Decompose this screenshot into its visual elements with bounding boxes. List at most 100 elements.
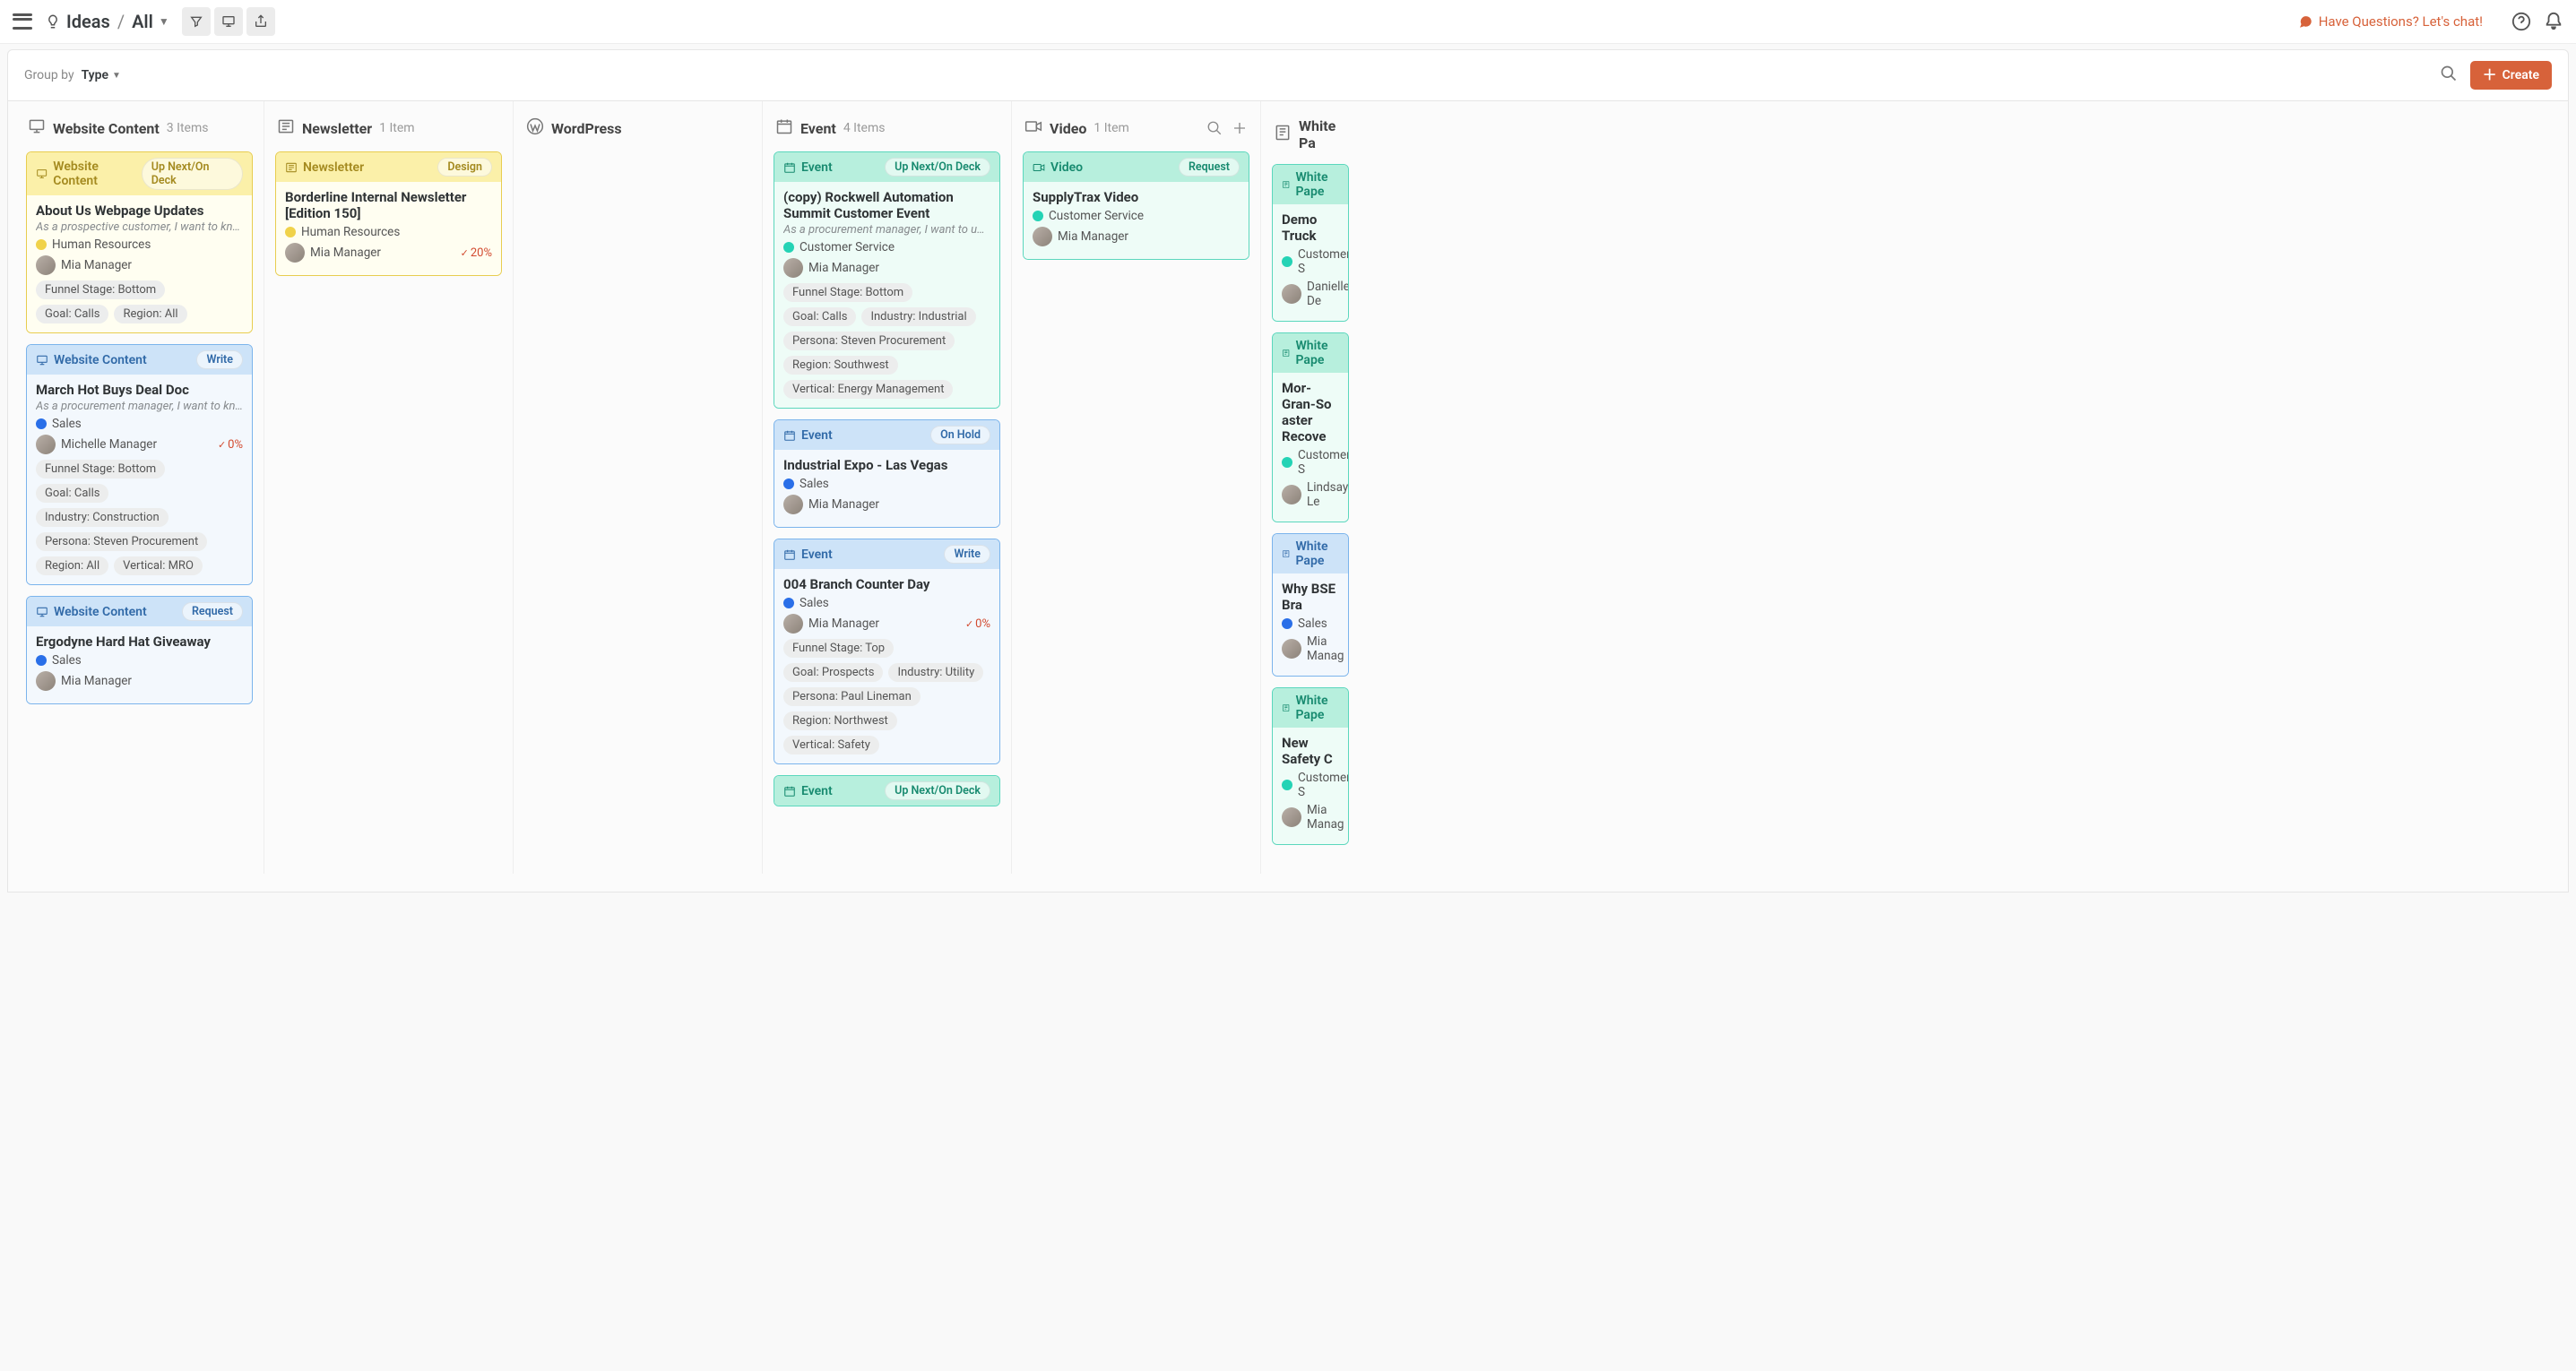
card[interactable]: White Pape Mor-Gran-So aster Recove Cust… — [1272, 332, 1349, 522]
card-header: Event On Hold — [774, 420, 999, 450]
card-category: Customer S — [1282, 247, 1339, 276]
card[interactable]: White Pape Why BSE Bra SalesMia Manag — [1272, 533, 1349, 677]
card-header: Event Up Next/On Deck — [774, 776, 999, 806]
card-status: Up Next/On Deck — [885, 158, 990, 177]
tag: Goal: Calls — [783, 307, 856, 326]
card-tags: Funnel Stage: TopGoal: ProspectsIndustry… — [783, 639, 990, 754]
breadcrumb-root: Ideas — [66, 11, 110, 32]
avatar — [1282, 639, 1301, 659]
kanban-board: Website Content 3 Items Website Content … — [7, 101, 2569, 892]
plus-icon[interactable] — [1232, 120, 1248, 136]
card-category: Human Resources — [36, 237, 243, 252]
card-status: Up Next/On Deck — [885, 781, 990, 800]
tag: Industry: Construction — [36, 508, 169, 527]
tag: Funnel Stage: Bottom — [783, 283, 912, 302]
display-button[interactable] — [214, 7, 243, 36]
card-category: Sales — [1282, 617, 1339, 631]
card-header: White Pape — [1273, 688, 1348, 728]
card-owner: Danielle De — [1282, 280, 1339, 308]
column-header: Video 1 Item — [1023, 101, 1249, 151]
tag: Vertical: Energy Management — [783, 380, 953, 399]
card[interactable]: Website Content Request Ergodyne Hard Ha… — [26, 596, 253, 704]
chevron-down-icon[interactable]: ▼ — [159, 15, 169, 28]
card[interactable]: Event Write 004 Branch Counter Day Sales… — [774, 539, 1000, 764]
column-title: Website Content — [53, 120, 160, 137]
avatar — [1282, 807, 1301, 827]
card[interactable]: Website Content Up Next/On Deck About Us… — [26, 151, 253, 333]
card-type: Video — [1033, 160, 1083, 175]
card-type: Website Content — [36, 605, 147, 619]
column-title: Newsletter — [302, 120, 372, 137]
group-by-label: Group by — [24, 68, 74, 82]
column-header: WordPress — [524, 101, 751, 151]
tag: Region: All — [114, 305, 186, 323]
column-header: Event 4 Items — [774, 101, 1000, 151]
column-title: Event — [800, 120, 836, 137]
column-video: Video 1 Item Video Request SupplyTrax Vi… — [1012, 101, 1261, 874]
card-owner: Mia Manager — [783, 495, 990, 514]
column-event: Event 4 Items Event Up Next/On Deck (cop… — [763, 101, 1012, 874]
bell-icon[interactable] — [2544, 12, 2563, 31]
card[interactable]: Event On Hold Industrial Expo - Las Vega… — [774, 419, 1000, 528]
card[interactable]: Event Up Next/On Deck — [774, 775, 1000, 806]
column-header: Website Content 3 Items — [26, 101, 253, 151]
video-icon — [1024, 117, 1042, 139]
card-category: Customer Service — [783, 240, 990, 254]
card-tags: Funnel Stage: Bottom Goal: Calls Industry:… — [783, 283, 990, 399]
column-count: 1 Item — [379, 121, 414, 135]
toolbar-buttons — [182, 7, 275, 36]
card-category: Customer Service — [1033, 209, 1240, 223]
card[interactable]: Event Up Next/On Deck (copy) Rockwell Au… — [774, 151, 1000, 409]
card-header: Website Content Request — [27, 597, 252, 626]
breadcrumb[interactable]: Ideas / All ▼ — [66, 11, 169, 32]
card[interactable]: Video Request SupplyTrax Video Customer … — [1023, 151, 1249, 260]
card-title: About Us Webpage Updates — [36, 203, 243, 219]
group-by-value[interactable]: Type ▼ — [82, 68, 121, 82]
avatar — [1033, 227, 1052, 246]
card[interactable]: Website Content Write March Hot Buys Dea… — [26, 344, 253, 585]
card-status: Request — [182, 602, 243, 621]
card-header: Website Content Write — [27, 345, 252, 375]
help-icon[interactable] — [2511, 12, 2531, 31]
card-title: SupplyTrax Video — [1033, 189, 1240, 205]
paper-icon — [1274, 124, 1292, 145]
card-header: White Pape — [1273, 165, 1348, 204]
card-category: Sales — [36, 653, 243, 668]
tag: Funnel Stage: Top — [783, 639, 894, 658]
card-percent: 0% — [965, 617, 990, 631]
card-tags: Funnel Stage: BottomGoal: CallsRegion: A… — [36, 280, 243, 323]
tag: Region: All — [36, 556, 108, 575]
search-button[interactable] — [2440, 65, 2458, 86]
create-button[interactable]: ＋ Create — [2470, 61, 2552, 90]
newsletter-icon — [277, 117, 295, 139]
card[interactable]: Newsletter Design Borderline Internal Ne… — [275, 151, 502, 276]
menu-icon[interactable] — [13, 13, 32, 30]
column-wordpress: WordPress — [514, 101, 763, 874]
card-type: Website Content — [36, 353, 147, 367]
card-header: White Pape — [1273, 534, 1348, 573]
tag: Industry: Industrial — [861, 307, 975, 326]
card-header: Newsletter Design — [276, 152, 501, 182]
share-button[interactable] — [246, 7, 275, 36]
card-header: White Pape — [1273, 333, 1348, 373]
card-status: Request — [1179, 158, 1240, 177]
card-percent: 20% — [461, 246, 492, 260]
card[interactable]: White Pape New Safety C Customer SMia Ma… — [1272, 687, 1349, 845]
search-icon[interactable] — [1206, 120, 1223, 136]
avatar — [783, 495, 803, 514]
card-category: Customer S — [1282, 771, 1339, 799]
tag: Persona: Steven Procurement — [783, 332, 955, 350]
monitor-icon — [28, 117, 46, 139]
card-owner: Mia Manag — [1282, 803, 1339, 832]
top-bar: Ideas / All ▼ Have Questions? Let's chat… — [0, 0, 2576, 44]
tag: Goal: Calls — [36, 305, 108, 323]
filter-button[interactable] — [182, 7, 211, 36]
card-header: Website Content Up Next/On Deck — [27, 152, 252, 195]
avatar — [36, 671, 56, 691]
card-title: (copy) Rockwell Automation Summit Custom… — [783, 189, 990, 221]
tag: Vertical: Safety — [783, 736, 879, 754]
column-count: 3 Items — [167, 121, 209, 135]
card[interactable]: White Pape Demo Truck Customer SDanielle… — [1272, 164, 1349, 322]
chat-link[interactable]: Have Questions? Let's chat! — [2297, 13, 2483, 30]
card-description: As a procurement manager, I want to kno… — [36, 400, 243, 413]
